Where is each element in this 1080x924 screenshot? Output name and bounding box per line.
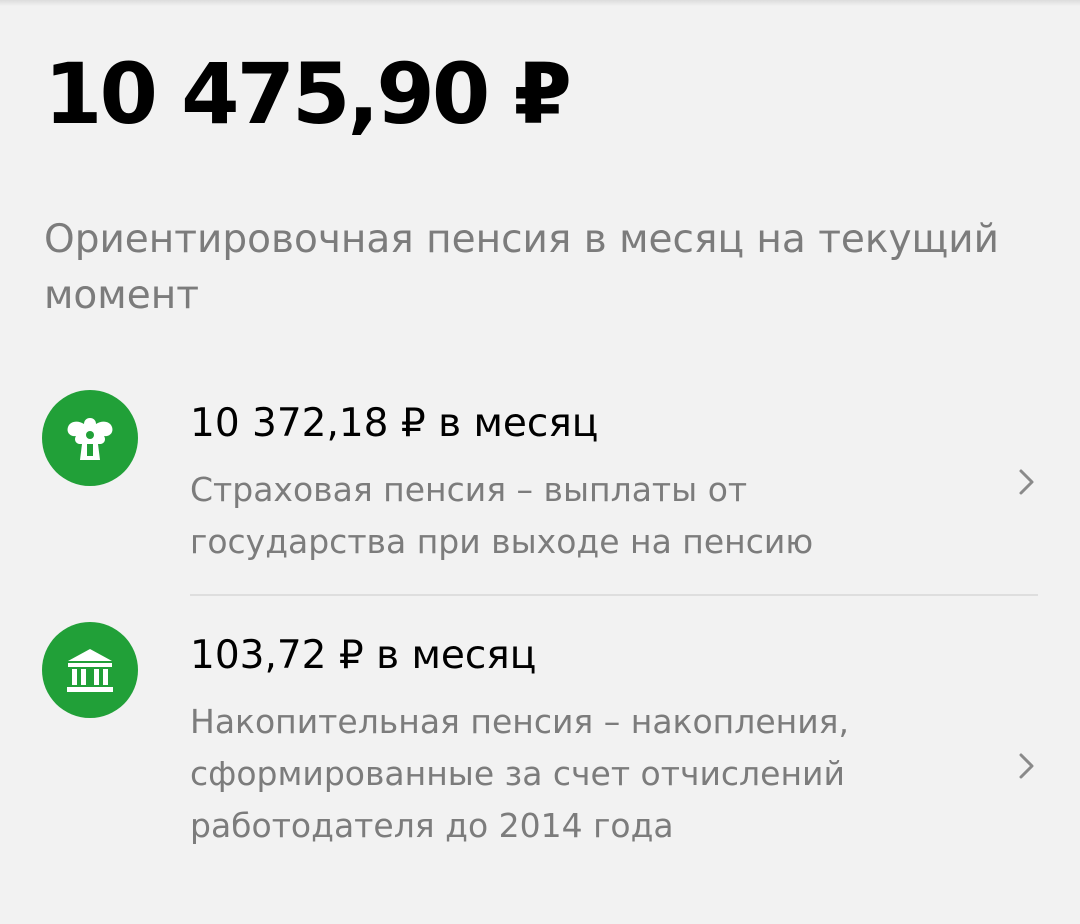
insurance-pension-description: Страховая пенсия – выплаты от государств… (190, 470, 814, 561)
funded-pension-amount: 103,72 ₽ в месяц (190, 633, 537, 678)
total-pension-description: Ориентировочная пенсия в месяц на текущи… (44, 217, 999, 318)
emblem-icon (42, 390, 138, 486)
chevron-right-icon[interactable] (1016, 750, 1038, 782)
bank-building-icon (42, 622, 138, 718)
divider (190, 594, 1038, 596)
top-shadow (0, 0, 1080, 6)
chevron-right-icon[interactable] (1016, 466, 1038, 498)
total-pension-amount: 10 475,90 ₽ (44, 45, 572, 143)
insurance-pension-amount: 10 372,18 ₽ в месяц (190, 401, 599, 446)
funded-pension-description: Накопительная пенсия – накопления, сформ… (190, 702, 850, 845)
